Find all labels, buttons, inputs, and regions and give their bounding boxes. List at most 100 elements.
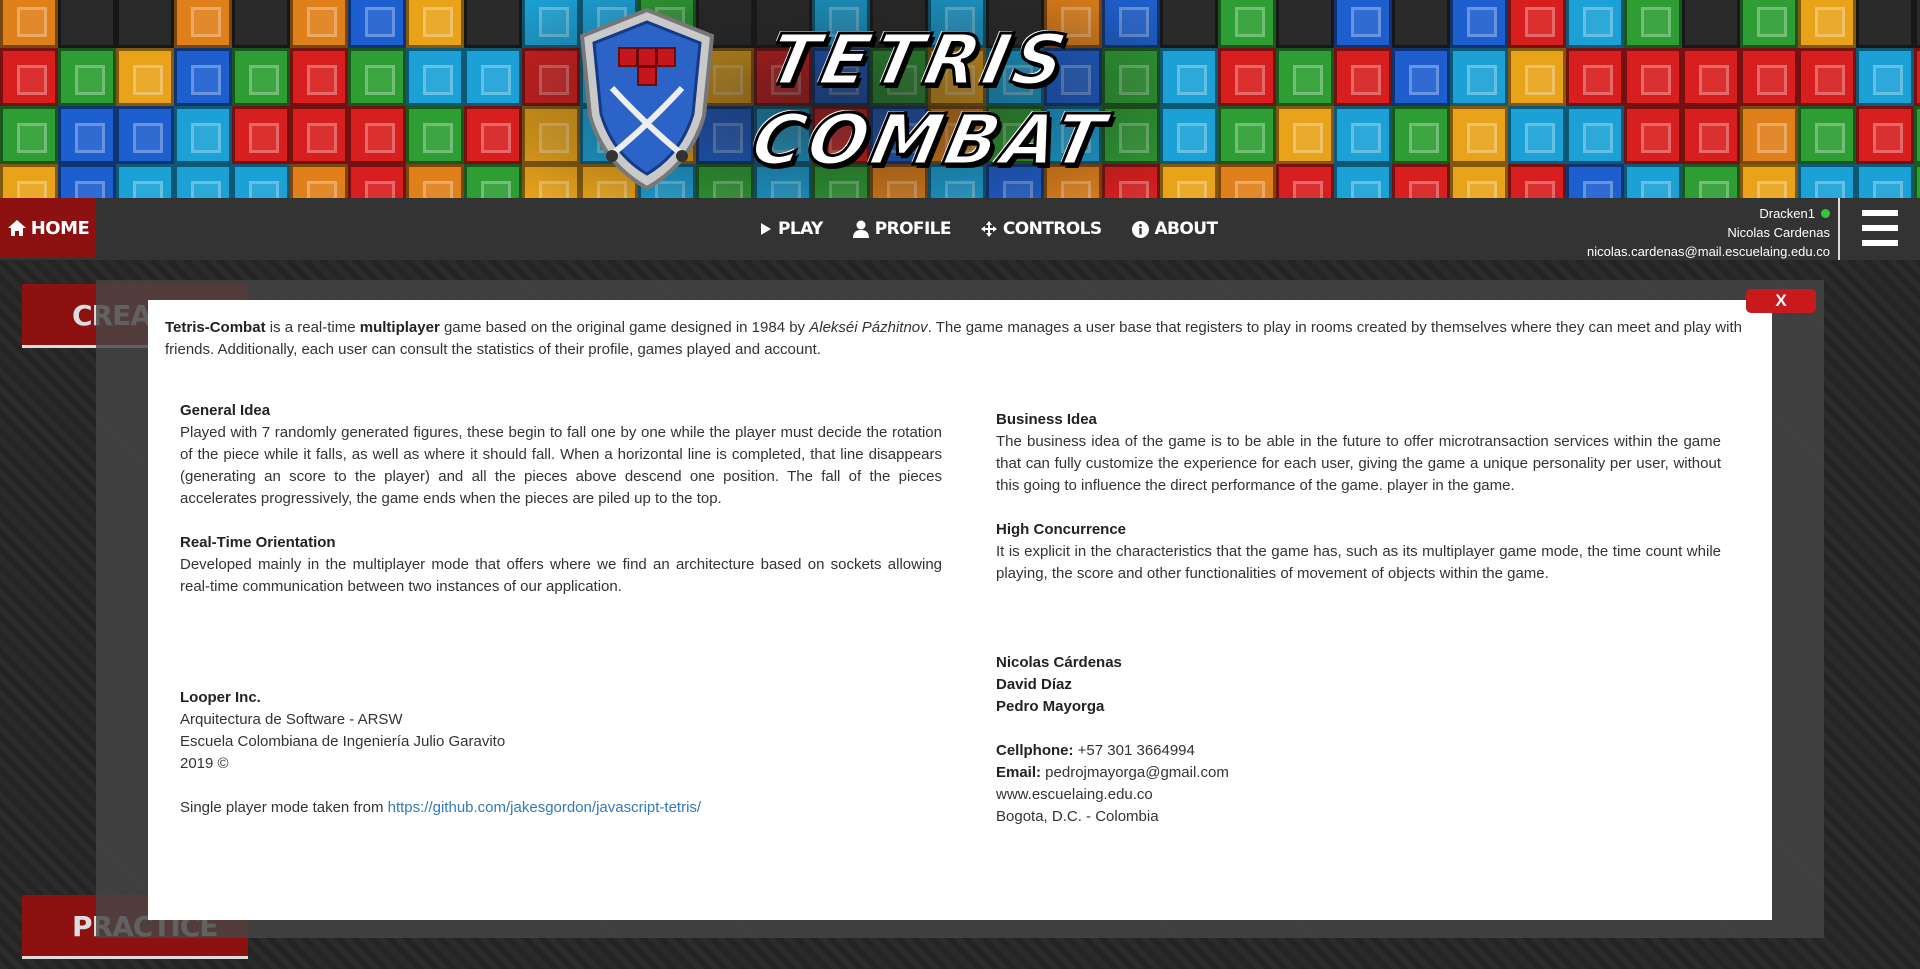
nav-play[interactable]: PLAY	[760, 219, 823, 239]
author-name: Nicolas Cárdenas	[996, 654, 1122, 671]
concurrence-section: High Concurrence It is explicit in the c…	[996, 519, 1721, 585]
section-text: It is explicit in the characteristics th…	[996, 543, 1721, 582]
realtime-section: Real-Time Orientation Developed mainly i…	[180, 532, 942, 598]
nav-controls[interactable]: CONTROLS	[980, 219, 1102, 239]
game-logo-text: TETRIS COMBAT	[743, 18, 1117, 183]
authors-contact: Nicolas Cárdenas David Díaz Pedro Mayorg…	[996, 652, 1596, 828]
tetris-tile	[1276, 164, 1334, 198]
tetris-tile	[1508, 48, 1566, 106]
tetris-tile	[232, 106, 290, 164]
tetris-tile	[1334, 48, 1392, 106]
tetris-tile	[348, 48, 406, 106]
tetris-tile	[1508, 0, 1566, 48]
tetris-tile	[1624, 48, 1682, 106]
tetris-tile	[1856, 106, 1914, 164]
info-icon	[1131, 220, 1149, 238]
tetris-tile	[1392, 164, 1450, 198]
tetris-tile	[1218, 0, 1276, 48]
tetris-tile	[58, 0, 116, 48]
tetris-tile	[0, 0, 58, 48]
user-nickname-row: Dracken1	[1587, 204, 1830, 223]
hamburger-menu-icon[interactable]	[1862, 208, 1898, 248]
tetris-tile	[1914, 0, 1920, 48]
tetris-tile	[1682, 48, 1740, 106]
tetris-tile	[1798, 0, 1856, 48]
nav-profile[interactable]: PROFILE	[852, 219, 952, 239]
tetris-tile	[1740, 48, 1798, 106]
copyright-year: 2019 ©	[180, 755, 229, 772]
tetris-tile	[1334, 164, 1392, 198]
tetris-tile	[464, 164, 522, 198]
tetris-tile	[1392, 0, 1450, 48]
tetris-tile	[1218, 164, 1276, 198]
main-nav: PLAY PROFILE CONTROLS ABOUT	[760, 198, 1218, 260]
city-line: Bogota, D.C. - Colombia	[996, 808, 1159, 825]
tetris-tile	[1914, 106, 1920, 164]
tetris-tile	[1740, 164, 1798, 198]
tetris-tile	[1276, 0, 1334, 48]
tetris-tile	[290, 164, 348, 198]
tetris-tile	[116, 0, 174, 48]
tetris-tile	[406, 0, 464, 48]
tetris-tile	[1682, 106, 1740, 164]
tetris-tile	[464, 0, 522, 48]
tetris-tile	[1450, 0, 1508, 48]
tetris-tile	[1334, 106, 1392, 164]
intro-paragraph: Tetris-Combat is a real-time multiplayer…	[165, 319, 1742, 358]
tetris-tile	[1218, 48, 1276, 106]
tetris-tile	[290, 106, 348, 164]
tetris-tile	[1450, 164, 1508, 198]
section-text: The business idea of the game is to be a…	[996, 433, 1721, 494]
tetris-tile	[1740, 0, 1798, 48]
nav-about[interactable]: ABOUT	[1131, 219, 1218, 239]
tetris-tile	[1276, 48, 1334, 106]
section-text: Developed mainly in the multiplayer mode…	[180, 556, 942, 595]
close-button[interactable]: X	[1746, 289, 1816, 313]
tetris-tile	[174, 0, 232, 48]
user-info: Dracken1 Nicolas Cardenas nicolas.carden…	[1587, 204, 1830, 261]
about-left-column: General Idea Played with 7 randomly gene…	[180, 400, 942, 620]
tetris-tile	[1566, 106, 1624, 164]
single-player-credit: Single player mode taken from https://gi…	[180, 799, 702, 816]
author-name: David Díaz	[996, 676, 1072, 693]
tetris-tile	[348, 0, 406, 48]
tetris-tile	[1566, 164, 1624, 198]
tetris-tile	[1798, 106, 1856, 164]
tetris-tile	[1798, 48, 1856, 106]
tetris-tile	[1624, 164, 1682, 198]
tetris-tile	[1624, 106, 1682, 164]
tetris-tile	[1160, 106, 1218, 164]
user-email: nicolas.cardenas@mail.escuelaing.edu.co	[1586, 244, 1830, 259]
tetris-tile	[1740, 106, 1798, 164]
tetris-tile	[1450, 106, 1508, 164]
tetris-tile	[1682, 164, 1740, 198]
tetris-tile	[1160, 164, 1218, 198]
github-link[interactable]: https://github.com/jakesgordon/javascrip…	[388, 799, 701, 816]
tetris-tile	[1218, 106, 1276, 164]
user-icon	[852, 220, 869, 238]
tetris-tile	[464, 48, 522, 106]
cellphone-line: Cellphone: +57 301 3664994	[996, 742, 1195, 759]
tetris-tile	[290, 48, 348, 106]
tetris-tile	[1508, 164, 1566, 198]
shield-logo-icon	[579, 7, 715, 191]
tetris-tile	[232, 164, 290, 198]
tetris-tile	[1392, 106, 1450, 164]
tetris-tile	[406, 106, 464, 164]
general-idea-section: General Idea Played with 7 randomly gene…	[180, 400, 942, 510]
user-nickname: Dracken1	[1759, 206, 1815, 221]
tetris-tile	[464, 106, 522, 164]
home-icon	[7, 220, 26, 236]
tetris-tile	[1566, 0, 1624, 48]
header-banner: TETRIS COMBAT	[0, 0, 1920, 198]
tetris-tile	[1914, 164, 1920, 198]
email-line: Email: pedrojmayorga@gmail.com	[996, 764, 1229, 781]
tetris-tile	[1392, 48, 1450, 106]
course-name: Arquitectura de Software - ARSW	[180, 711, 403, 728]
tetris-tile	[348, 164, 406, 198]
home-button[interactable]: HOME	[0, 198, 96, 258]
tetris-tile	[1508, 106, 1566, 164]
user-full-name: Nicolas Cardenas	[1727, 225, 1830, 240]
tetris-tile	[1566, 48, 1624, 106]
tetris-tile	[1856, 164, 1914, 198]
